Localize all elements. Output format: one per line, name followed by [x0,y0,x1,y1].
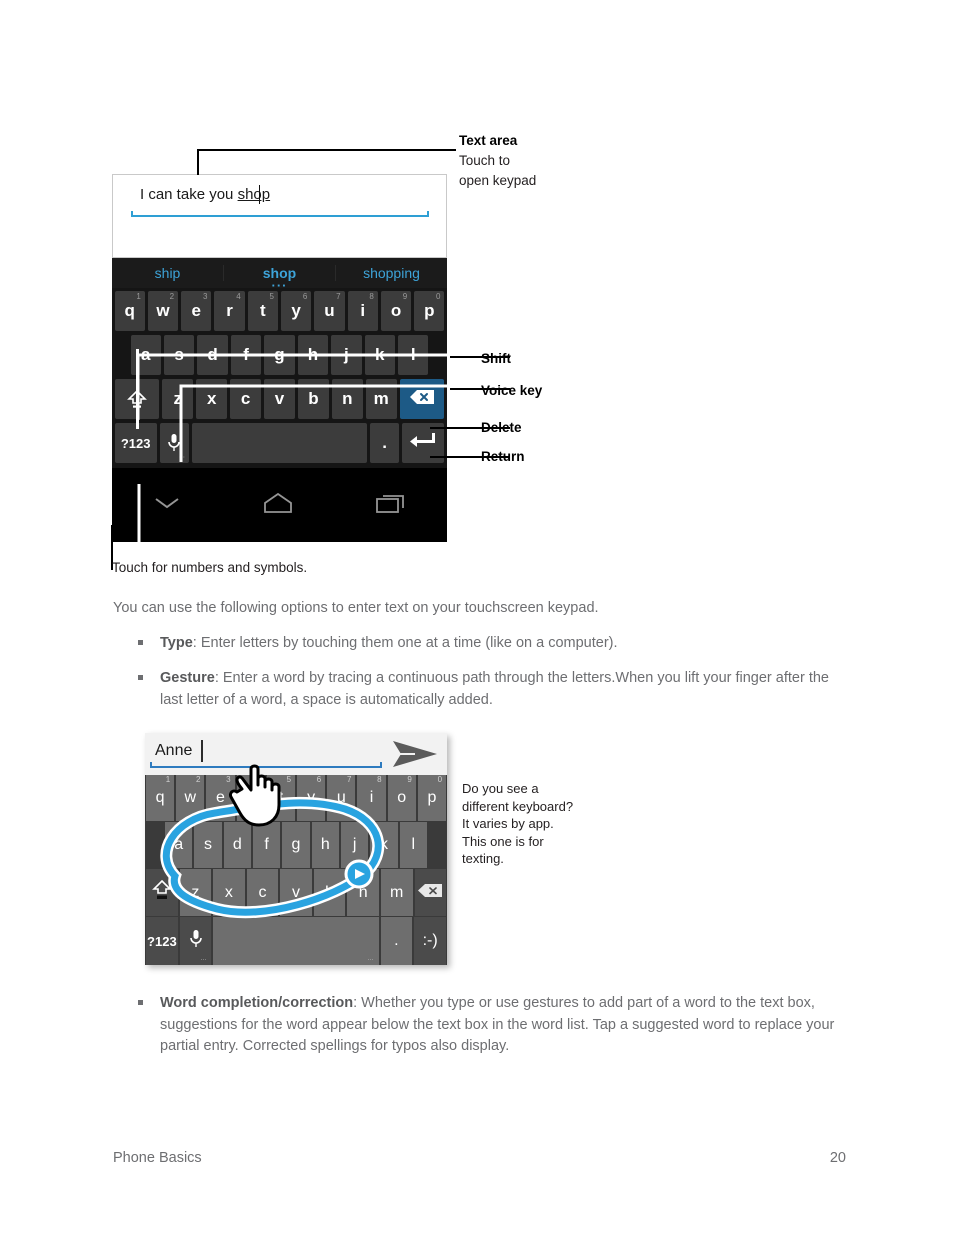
callout-text-area-title: Text area [459,133,518,148]
gkey-w[interactable]: 2w [176,775,205,821]
gkey-n[interactable]: n [347,869,379,916]
gkey-p[interactable]: 0p [417,775,447,821]
bullet-term: Word completion/correction [160,995,354,1011]
gesture-typed-text: Anne [155,742,193,759]
gesture-voice-key[interactable]: ··· [179,917,212,965]
bullet-term: Gesture [160,670,215,686]
key-label: p [427,789,437,806]
key-label: u [336,789,346,806]
key-num: 1 [165,775,171,784]
intro-paragraph: You can use the following options to ent… [113,600,599,616]
callout-return: Return [481,449,525,464]
send-icon[interactable] [391,739,439,774]
gesture-keypad: 1q 2w 3e 4r 5t 6y 7u 8i 9o 0p a s d f g … [145,775,447,965]
gesture-space-key[interactable]: ··· [213,917,379,965]
key-label: y [307,789,316,806]
gesture-emoji-key[interactable]: :-) [414,917,446,965]
gkey-e[interactable]: 3e [206,775,235,821]
key-num: 4 [256,775,261,784]
bullet-word-completion: Word completion/correction: Whether you … [138,993,850,1058]
gesture-text-caret [201,740,203,762]
gkey-y[interactable]: 6y [297,775,326,821]
document-page: I can take you shop ship shop shopping 1… [0,0,954,1235]
bullet-text: : Enter a word by tracing a continuous p… [160,670,829,708]
gkey-b[interactable]: b [313,869,346,916]
key-label: i [369,789,374,806]
bullet-text: : Enter letters by touching them one at … [192,635,618,651]
bullet-marker [138,640,143,645]
gkey-k[interactable]: k [370,822,398,868]
key-num: 5 [286,775,292,784]
bullet-term: Type [160,635,193,651]
figure-gesture-keypad: Anne 1q 2w 3e 4r 5t 6y 7u 8i 9o 0p a s d… [145,733,447,965]
gkey-v[interactable]: v [280,869,312,916]
gkey-z[interactable]: z [179,869,212,916]
gkey-g[interactable]: g [282,822,310,868]
key-num: 2 [195,775,201,784]
key-label: q [155,789,165,806]
gkey-t[interactable]: 5t [266,775,296,821]
gesture-delete-key[interactable] [414,869,447,916]
gesture-field-underline [150,762,382,768]
figure1-caption: Touch for numbers and symbols. [112,560,308,575]
gesture-row-2: a s d f g h j k l [145,822,447,868]
key-label: e [216,789,225,806]
figure1-callout-leaders [111,149,510,570]
gkey-i[interactable]: 8i [357,775,386,821]
gkey-u[interactable]: 7u [327,775,356,821]
callout-text-area-sub2: open keypad [459,173,537,188]
gkey-o[interactable]: 9o [387,775,416,821]
key-num: 7 [346,775,352,784]
callout-shift: Shift [481,351,511,366]
key-num: 3 [226,775,231,784]
gesture-row-1: 1q 2w 3e 4r 5t 6y 7u 8i 9o 0p [145,775,447,821]
gkey-r[interactable]: 4r [236,775,265,821]
key-label: t [278,789,284,806]
bullet-gesture: Gesture: Enter a word by tracing a conti… [138,668,850,711]
key-num: 6 [316,775,322,784]
gkey-j[interactable]: j [340,822,369,868]
callout-delete: Delete [481,420,522,435]
footer-page-number: 20 [829,1150,846,1166]
gkey-l[interactable]: l [399,822,427,868]
gesture-text-area[interactable]: Anne [145,733,447,775]
footer-section: Phone Basics [113,1150,202,1166]
gesture-row-3: z x c v b n m [145,869,447,916]
callout-text-area-sub1: Touch to [459,153,511,168]
key-num: 8 [377,775,382,784]
gesture-symbols-key[interactable]: ?123 [146,917,178,965]
bullet-type: Type: Enter letters by touching them one… [138,633,850,655]
key-label: o [397,789,407,806]
gkey-s[interactable]: s [194,822,222,868]
callout-voice-key: Voice key [481,383,543,398]
gkey-x[interactable]: x [213,869,245,916]
microphone-icon [189,929,203,954]
key-num: 0 [437,775,443,784]
gesture-row-4: ?123 ··· ··· . :-) [145,917,447,965]
figure2-note: Do you see a different keyboard? It vari… [462,781,574,866]
key-num: 9 [407,775,412,784]
bullet-marker [138,1000,143,1005]
key-long-press-dots: ··· [367,957,374,963]
key-label: r [248,789,254,806]
gkey-q[interactable]: 1q [146,775,175,821]
gkey-a[interactable]: a [165,822,193,868]
key-label: w [184,789,197,806]
gkey-c[interactable]: c [246,869,279,916]
gkey-h[interactable]: h [311,822,339,868]
shift-icon [151,878,173,907]
gkey-f[interactable]: f [252,822,281,868]
delete-icon [417,883,443,903]
key-long-press-dots: ··· [200,957,207,963]
gesture-period-key[interactable]: . [380,917,413,965]
gesture-shift-key[interactable] [146,869,178,916]
gkey-m[interactable]: m [380,869,413,916]
bullet-marker [138,675,143,680]
gkey-d[interactable]: d [223,822,251,868]
